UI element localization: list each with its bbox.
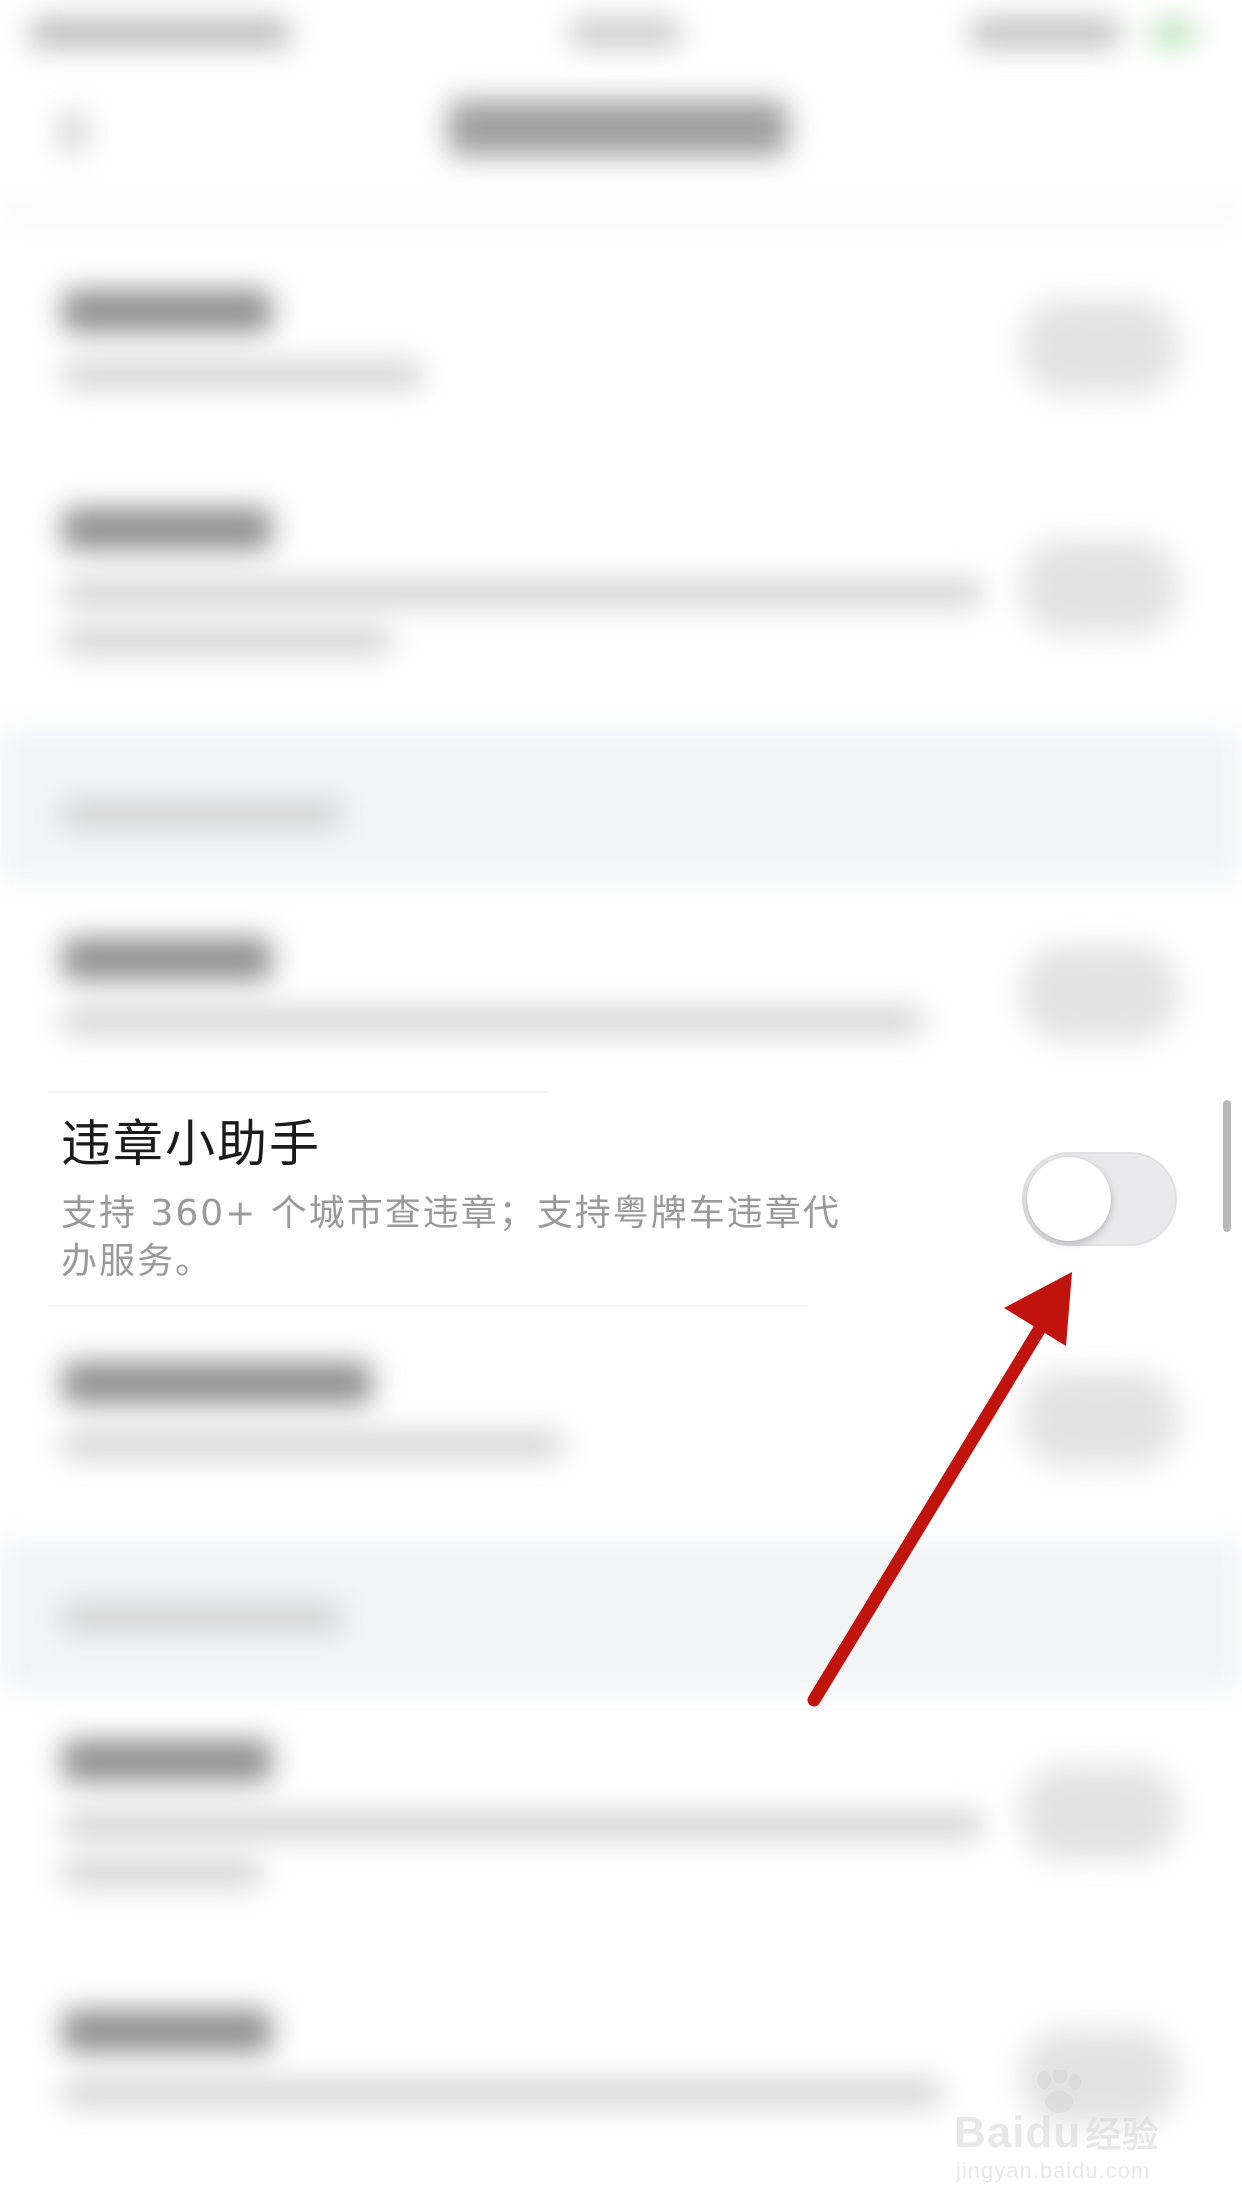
setting-title: 违章小助手 bbox=[61, 1115, 321, 1173]
watermark-url: jingyan.baidu.com bbox=[956, 2158, 1151, 2183]
watermark-brand-name: Baidu bbox=[954, 2108, 1082, 2157]
scrollbar[interactable] bbox=[1223, 1100, 1231, 1232]
setting-description: 支持 360+ 个城市查违章；支持粤牌车违章代办服务。 bbox=[61, 1193, 841, 1282]
toggle-knob bbox=[1027, 1157, 1111, 1241]
watermark-brand-sub: 经验 bbox=[1085, 2114, 1160, 2155]
violation-assistant-toggle[interactable] bbox=[1022, 1152, 1177, 1246]
row-divider-bottom bbox=[48, 1305, 808, 1307]
row-divider-top bbox=[48, 1091, 548, 1093]
watermark-brand: Baidu 经验 bbox=[954, 2106, 1159, 2158]
baidu-jingyan-watermark: Baidu 经验 jingyan.baidu.com bbox=[950, 2070, 1190, 2183]
